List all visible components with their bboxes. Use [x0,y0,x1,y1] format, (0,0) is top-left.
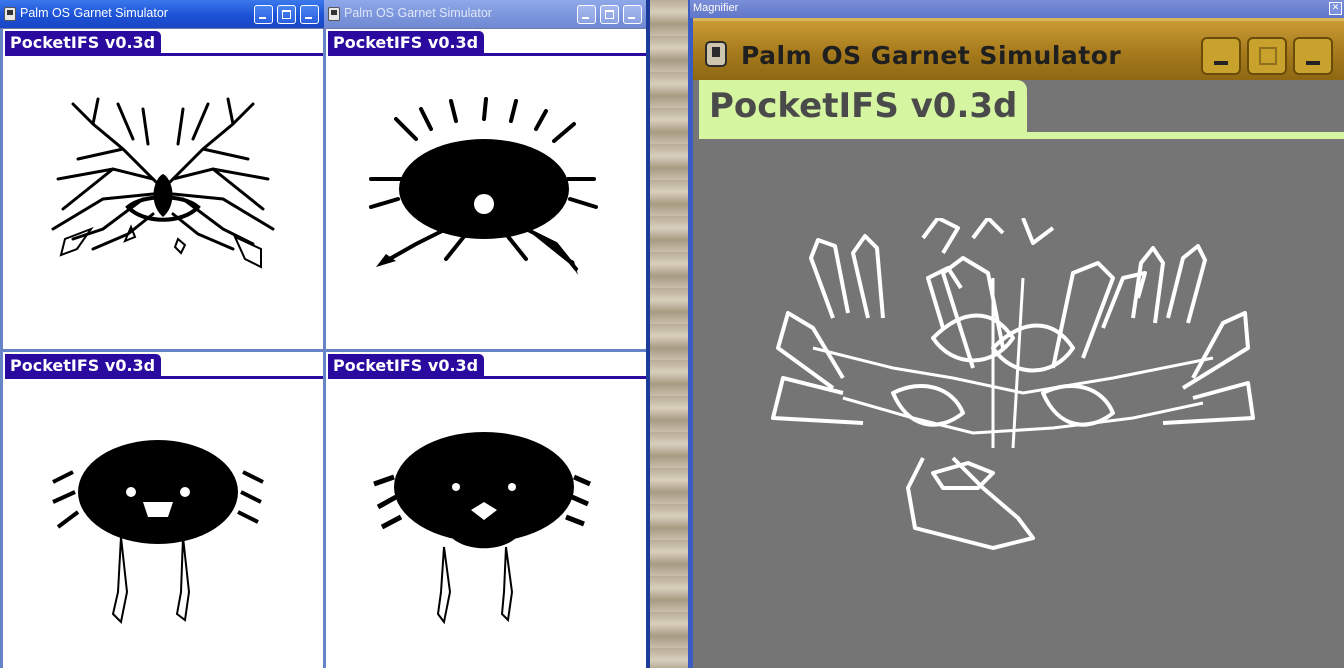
fractal-image-4 [373,432,592,625]
pane-divider-horizontal-left [3,349,323,352]
desktop-background-strip [650,0,690,668]
palm-screen-4[interactable]: PocketIFS v0.3d [326,352,646,668]
window-title: Palm OS Garnet Simulator [20,6,168,20]
window-titlebar[interactable]: Palm OS Garnet Simulator [324,0,650,28]
minimize-button[interactable] [254,5,273,24]
magnifier-view: Palm OS Garnet Simulator PocketIFS v0.3d [693,18,1344,668]
magnified-maximize-button [1247,37,1287,75]
palm-app-icon[interactable] [328,7,340,21]
palm-app-icon[interactable] [4,7,16,21]
maximize-button[interactable] [600,5,619,24]
window-title: Palm OS Garnet Simulator [344,6,492,20]
pane-divider-horizontal-right [326,349,646,352]
minimize-button-2[interactable] [300,5,319,24]
magnifier-close-icon: ✕ [1331,3,1340,13]
fractal-image-2 [369,97,598,275]
maximize-button[interactable] [277,5,296,24]
magnifier-title: Magnifier [693,2,739,14]
magnifier-titlebar[interactable]: Magnifier ✕ [690,0,1344,18]
magnifier-close-button[interactable]: ✕ [1329,2,1342,15]
palm-app-icon [705,41,727,67]
palm-screen-2[interactable]: PocketIFS v0.3d [326,29,646,349]
window-border-left [0,29,3,668]
palm-screen-3[interactable]: PocketIFS v0.3d [3,352,323,668]
magnified-palm-tab: PocketIFS v0.3d [699,80,1028,132]
minimize-button[interactable] [577,5,596,24]
minimize-button-2[interactable] [623,5,642,24]
magnified-minimize-button-2 [1293,37,1333,75]
magnified-minimize-button [1201,37,1241,75]
magnified-fractal-image [771,218,1255,550]
magnified-titlebar: Palm OS Garnet Simulator [693,18,1344,80]
fractal-image-1 [51,97,275,269]
magnified-window-title: Palm OS Garnet Simulator [741,41,1122,70]
palm-screen-1[interactable]: PocketIFS v0.3d [3,29,323,349]
magnified-palm-header-line [699,132,1344,139]
window-titlebar[interactable]: Palm OS Garnet Simulator [0,0,324,28]
fractal-image-3 [52,440,264,625]
